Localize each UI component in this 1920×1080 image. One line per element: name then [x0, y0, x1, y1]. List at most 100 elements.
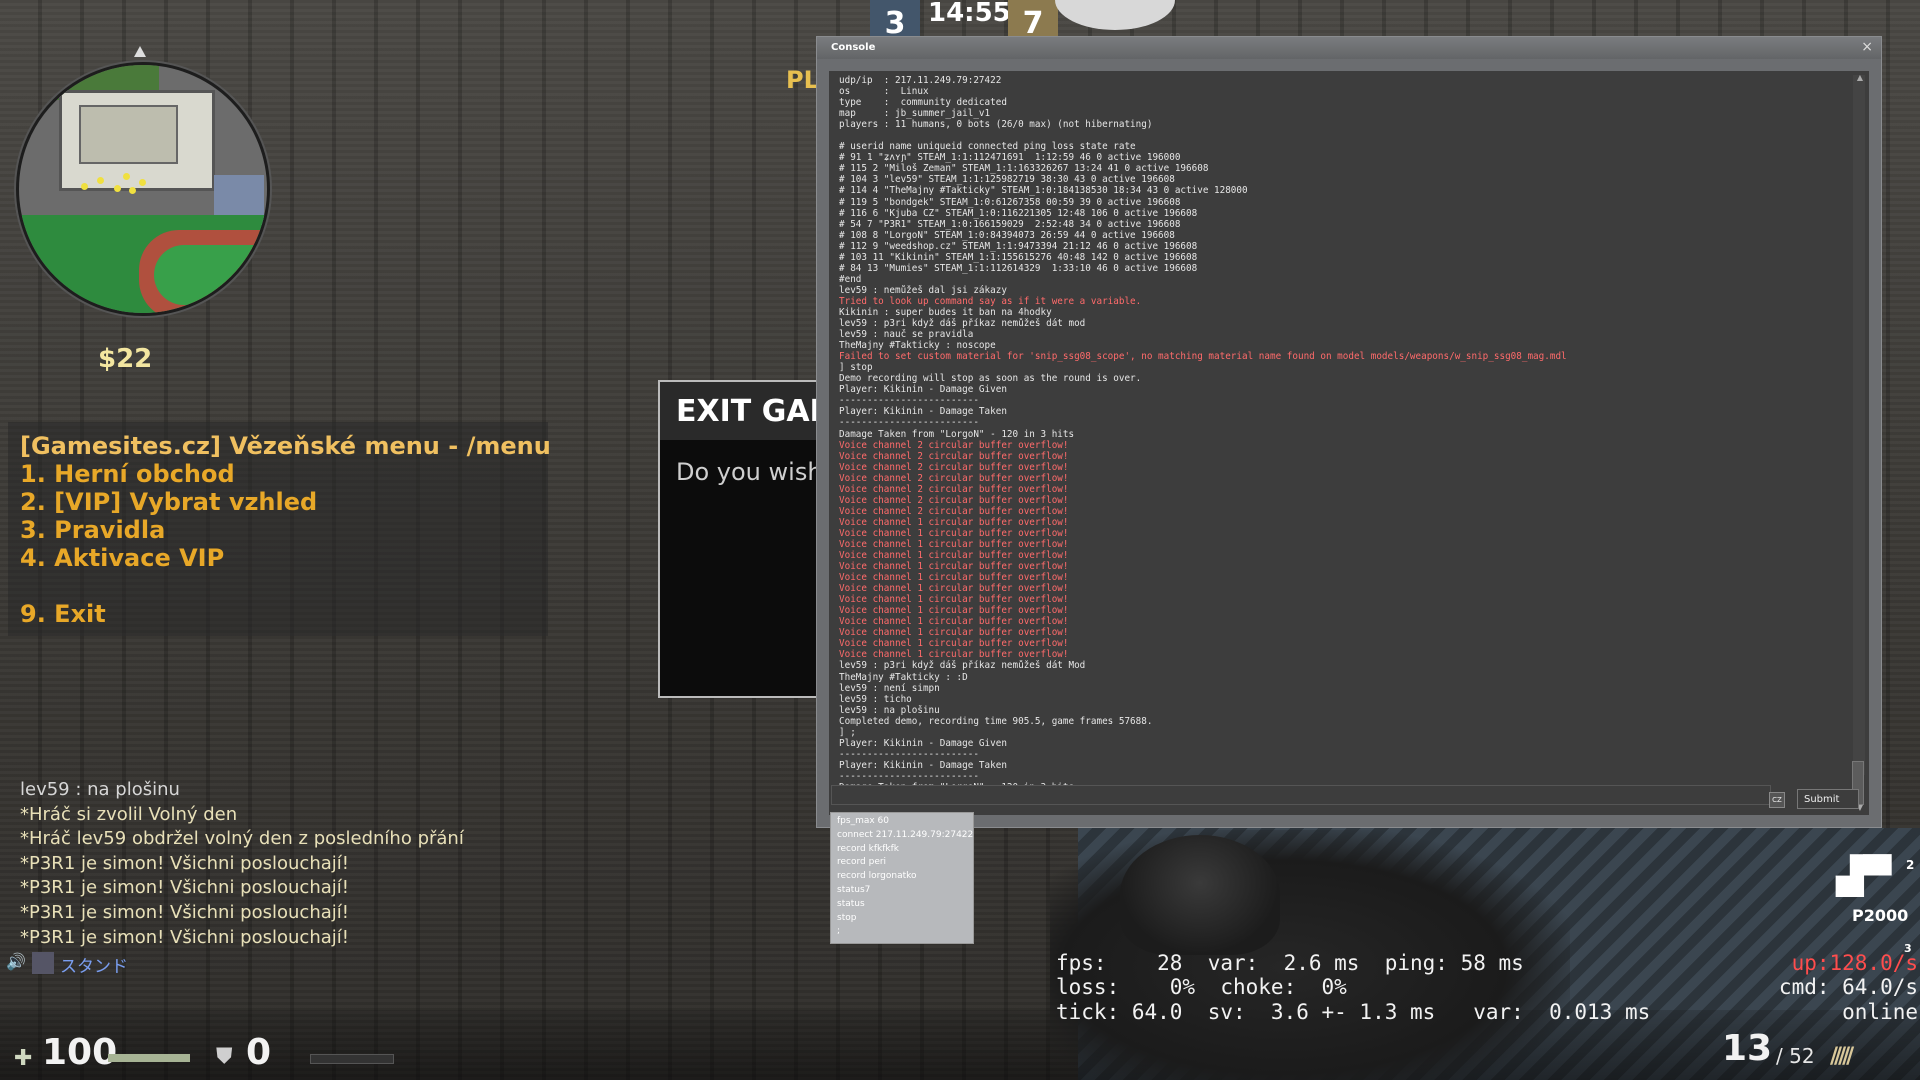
console-line: -------------------------: [839, 770, 979, 782]
console-title: Console: [831, 42, 876, 53]
radar-player-dot: [129, 187, 136, 194]
console-line: # 91 1 "ʑʌʏɲ" STEAM_1:1:112471691 1:12:5…: [839, 152, 1181, 164]
net-line-fps: fps: 28 var: 2.6 ms ping: 58 ms: [1056, 951, 1524, 975]
console-line: Tried to look up command say as if it we…: [839, 295, 1142, 307]
ammo-reserve: / 52: [1776, 1044, 1815, 1068]
menu-item-shop[interactable]: 1. Herní obchod: [20, 460, 235, 488]
autocomplete-item[interactable]: fps_max 60: [831, 815, 973, 829]
console-line: #end: [839, 273, 862, 285]
console-line: # 112 9 "weedshop.cz" STEAM_1:1:9473394 …: [839, 240, 1198, 252]
radar-infield: [154, 245, 264, 305]
weapon-slot-number: 2: [1906, 858, 1915, 872]
console-line: players : 11 humans, 0 bots (26/0 max) (…: [839, 119, 1153, 131]
menu-item-rules[interactable]: 3. Pravidla: [20, 516, 165, 544]
autocomplete-item[interactable]: ;: [831, 925, 973, 939]
chat-feed: lev59 : na plošinu *Hráč si zvolil Volný …: [20, 778, 464, 950]
net-up-rate: up:128.0/s: [1791, 951, 1918, 975]
console-line: # 119 5 "bondgek" STEAM_1:0:61267358 00:…: [839, 196, 1181, 208]
chat-message: *P3R1 je simon! Všichni poslouchají!: [20, 901, 349, 923]
console-line: Voice channel 2 circular buffer overflow…: [839, 450, 1069, 462]
console-line: os : Linux: [839, 86, 929, 98]
console-line: udp/ip : 217.11.249.79:27422: [839, 75, 1002, 86]
console-line: TheMajny #Takticky : noscope: [839, 340, 996, 352]
console-line: map : jb_summer_jail_v1: [839, 108, 991, 120]
console-line: # 114 4 "TheMajny #Takticky" STEAM_1:0:1…: [839, 185, 1248, 197]
health-cross-icon: ✚: [14, 1046, 33, 1071]
exit-game-dialog: EXIT GAM Do you wish t: [658, 380, 840, 698]
console-line: Voice channel 1 circular buffer overflow…: [839, 638, 1069, 650]
radar-player-dot: [139, 179, 146, 186]
command-autocomplete: fps_max 60 connect 217.11.249.79:27422 rec…: [830, 812, 974, 944]
submit-button[interactable]: Submit: [1797, 789, 1859, 809]
console-line: Voice channel 1 circular buffer overflow…: [839, 649, 1069, 661]
console-line: Voice channel 2 circular buffer overflow…: [839, 472, 1069, 484]
ct-score: 3: [870, 0, 920, 41]
console-line: TheMajny #Takticky : :D: [839, 671, 968, 683]
console-scrollbar[interactable]: [1853, 75, 1865, 775]
console-line: lev59 : nauč se pravidla: [839, 329, 974, 341]
radar-player-dot: [81, 183, 88, 190]
menu-item-exit[interactable]: 9. Exit: [20, 600, 106, 628]
autocomplete-item[interactable]: status7: [831, 884, 973, 898]
console-line: Voice channel 2 circular buffer overflow…: [839, 461, 1069, 473]
console-line: lev59 : p3ri když dáš příkaz nemůžeš dát…: [839, 318, 1086, 330]
net-graph: fps: 28 var: 2.6 ms ping: 58 ms loss: 0% …: [1056, 951, 1650, 1024]
console-line: Voice channel 1 circular buffer overflow…: [839, 538, 1069, 550]
console-line: Voice channel 2 circular buffer overflow…: [839, 483, 1069, 495]
radar-player-dot: [114, 185, 121, 192]
console-line: Voice channel 2 circular buffer overflow…: [839, 505, 1069, 517]
speaker-icon: 🔊: [6, 952, 26, 971]
chat-message: *Hráč si zvolil Volný den: [20, 803, 238, 825]
console-line: # 116 6 "Kjuba CZ" STEAM_1:0:116221305 1…: [839, 207, 1198, 219]
autocomplete-item[interactable]: status: [831, 898, 973, 912]
console-line: Player: Kikinin - Damage Taken: [839, 406, 1007, 418]
console-line: Voice channel 1 circular buffer overflow…: [839, 627, 1069, 639]
exit-dialog-title: EXIT GAM: [676, 394, 840, 429]
console-line: Voice channel 1 circular buffer overflow…: [839, 550, 1069, 562]
center-text: PL: [786, 66, 819, 94]
console-line: lev59 : p3ri když dáš příkaz nemůžeš dát…: [839, 660, 1086, 672]
console-titlebar[interactable]: Console ×: [817, 37, 1881, 59]
console-line: lev59 : na plošinu: [839, 704, 940, 716]
autocomplete-item[interactable]: record peri: [831, 856, 973, 870]
chat-message: *Hráč lev59 obdržel volný den z poslední…: [20, 828, 464, 850]
autocomplete-item[interactable]: connect 217.11.249.79:27422: [831, 829, 973, 843]
health-bar: [108, 1054, 190, 1062]
radar-player-dot: [123, 173, 130, 180]
money-display: $22: [98, 344, 153, 374]
console-line: Completed demo, recording time 905.5, ga…: [839, 715, 1153, 727]
console-line: # 104 3 "lev59" STEAM_1:1:125982719 38:3…: [839, 174, 1175, 186]
menu-title: [Gamesites.cz] Vězeňské menu - /menu: [20, 432, 551, 460]
console-line: Voice channel 1 circular buffer overflow…: [839, 605, 1069, 617]
chat-message: *P3R1 je simon! Všichni poslouchají!: [20, 852, 349, 874]
jail-menu: [Gamesites.cz] Vězeňské menu - /menu 1. …: [8, 422, 551, 636]
console-line: Failed to set custom material for 'snip_…: [839, 351, 1567, 363]
radar-player-dot: [97, 177, 104, 184]
console-line: Voice channel 1 circular buffer overflow…: [839, 516, 1069, 528]
health-value: 100: [42, 1032, 118, 1073]
scroll-up-icon[interactable]: ▲: [1857, 73, 1863, 82]
autocomplete-item[interactable]: stop: [831, 912, 973, 926]
player-fist: [1120, 835, 1280, 955]
language-indicator: CZ: [1769, 792, 1785, 808]
console-line: # userid name uniqueid connected ping lo…: [839, 141, 1136, 153]
console-line: Player: Kikinin - Damage Given: [839, 384, 1007, 396]
pistol-icon: ▟▀: [1836, 856, 1892, 897]
console-line: lev59 : nemůžeš dal jsi zákazy: [839, 284, 1007, 296]
console-line: # 108 8 "LorgoN" STEAM_1:0:84394073 26:5…: [839, 229, 1175, 241]
menu-item-vip-activate[interactable]: 4. Aktivace VIP: [20, 544, 224, 572]
armor-value: 0: [246, 1032, 272, 1073]
console-line: Player: Kikinin - Damage Taken: [839, 759, 1007, 771]
avatar: [32, 952, 54, 974]
console-line: -------------------------: [839, 395, 979, 407]
net-status: online: [1842, 999, 1918, 1024]
radar-north-arrow-icon: [134, 46, 146, 57]
console-line: Voice channel 1 circular buffer overflow…: [839, 616, 1069, 628]
close-icon[interactable]: ×: [1861, 39, 1873, 55]
console-line: Player: Kikinin - Damage Given: [839, 737, 1007, 749]
console-command-input[interactable]: [831, 785, 1771, 805]
autocomplete-item[interactable]: record lorgonatko: [831, 870, 973, 884]
menu-item-vip-skin[interactable]: 2. [VIP] Vybrat vzhled: [20, 488, 317, 516]
autocomplete-item[interactable]: record kfkfkfk: [831, 843, 973, 857]
